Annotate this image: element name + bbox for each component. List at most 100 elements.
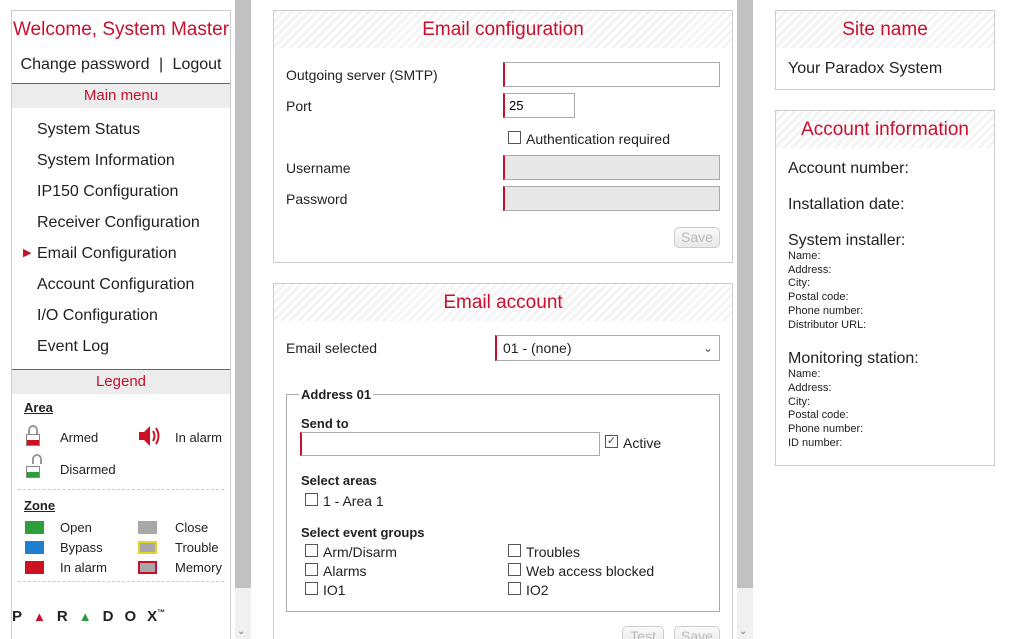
menu-item-system-status[interactable]: System Status [12,114,230,145]
siren-icon [139,426,160,446]
zone-memory-label: Memory [175,560,222,575]
email-configuration-title: Email configuration [274,11,732,48]
username-label: Username [286,160,351,176]
main-scrollbar[interactable]: ⌄ [737,0,753,639]
logo-green-triangle-icon: ▲ [78,609,103,624]
chevron-down-icon[interactable]: ⌄ [237,626,245,637]
web-access-blocked-checkbox[interactable] [508,563,521,576]
active-arrow-icon: ▶ [23,247,32,259]
left-sidebar: Welcome, System Master Change password |… [11,10,231,639]
menu-item-ip150-configuration[interactable]: IP150 Configuration [12,176,230,207]
logout-link[interactable]: Logout [173,56,222,73]
legend-zone-title: Zone [24,498,56,513]
arm-disarm-checkbox[interactable] [305,544,318,557]
io2-checkbox[interactable] [508,582,521,595]
menu-item-receiver-configuration[interactable]: Receiver Configuration [12,207,230,238]
area1-checkbox[interactable] [305,493,318,506]
password-input[interactable] [503,186,720,211]
active-checkbox[interactable]: ✓ [605,435,618,448]
logo-letter: O [124,608,148,625]
installer-city-label: City: [788,277,810,290]
email-account-panel: Email account Email selected 01 - (none)… [273,283,733,639]
disarmed-lock-icon [26,454,42,478]
account-information-panel: Account information Account number: Inst… [775,110,995,466]
account-info-body: Account number: Installation date: Syste… [788,160,988,450]
zone-close-swatch [138,521,157,534]
logo-letter: D [102,608,125,625]
menu-item-event-log[interactable]: Event Log [12,331,230,362]
system-installer-label: System installer: [788,232,906,249]
port-input[interactable] [503,93,575,118]
logo-letter: R [56,608,79,625]
email-selected-value: 01 - (none) [503,340,572,356]
station-name-label: Name: [788,368,821,381]
legend-area-row: Armed In alarm [12,421,230,455]
smtp-label: Outgoing server (SMTP) [286,67,438,83]
legend-disarmed-label: Disarmed [60,462,116,477]
installer-name-label: Name: [788,250,821,262]
logo-trademark: ™ [157,608,166,617]
email-account-title: Email account [274,284,732,321]
port-label: Port [286,98,312,114]
zone-open-swatch [25,521,44,534]
logo-red-triangle-icon: ▲ [33,609,57,624]
legend-area-title: Area [24,400,53,415]
send-to-input[interactable] [300,432,600,456]
password-label: Password [286,191,348,207]
legend-header: Legend [12,369,230,394]
logo-letter: X [147,608,158,625]
installation-date-label: Installation date: [788,196,905,213]
io2-label: IO2 [526,582,549,598]
main-menu-header: Main menu [12,83,230,108]
legend-armed-label: Armed [60,430,99,445]
zone-in-alarm-swatch [25,561,44,574]
menu-item-label: I/O Configuration [37,307,158,324]
legend-in-alarm-label: In alarm [175,430,222,445]
zone-memory-swatch [138,561,157,574]
zone-open-label: Open [60,520,92,535]
alarms-label: Alarms [323,563,367,579]
account-links: Change password | Logout [12,56,230,74]
email-configuration-panel: Email configuration Outgoing server (SMT… [273,10,733,263]
menu-item-label: System Status [37,121,141,138]
menu-item-label: IP150 Configuration [37,183,179,200]
menu-item-io-configuration[interactable]: I/O Configuration [12,300,230,331]
email-selected-dropdown[interactable]: 01 - (none) ⌄ [495,335,720,361]
menu-item-system-information[interactable]: System Information [12,145,230,176]
legend-disarmed-row: Disarmed [12,454,230,489]
change-password-link[interactable]: Change password [21,56,150,73]
auth-required-checkbox[interactable] [508,131,521,144]
troubles-label: Troubles [526,544,580,560]
smtp-input[interactable] [503,62,720,87]
scrollbar-thumb[interactable] [737,0,753,588]
chevron-down-icon: ⌄ [702,341,713,355]
email-selected-label: Email selected [286,340,378,356]
test-button[interactable]: Test [622,626,664,639]
select-areas-label: Select areas [301,473,377,488]
left-scrollbar[interactable]: ⌄ [235,0,251,639]
username-input[interactable] [503,155,720,180]
menu-item-account-configuration[interactable]: Account Configuration [12,269,230,300]
troubles-checkbox[interactable] [508,544,521,557]
zone-in-alarm-label: In alarm [60,560,107,575]
menu-item-label: System Information [37,152,175,169]
scrollbar-thumb[interactable] [235,0,251,588]
monitoring-station-label: Monitoring station: [788,350,919,368]
station-city-label: City: [788,395,810,408]
station-id-number-label: ID number: [788,436,843,449]
legend-divider [18,489,224,490]
legend-zone-grid: Open Close Bypass Trouble In alarm Memor… [12,515,230,581]
chevron-down-icon[interactable]: ⌄ [739,626,747,637]
paradox-logo: P▲R▲DOX™ [12,608,165,625]
alarms-checkbox[interactable] [305,563,318,576]
io1-label: IO1 [323,582,346,598]
save-button[interactable]: Save [674,227,720,248]
installer-postal-code-label: Postal code: [788,291,849,304]
logo-letter: P [12,608,34,625]
armed-lock-icon [26,425,40,446]
account-information-title: Account information [776,111,994,148]
io1-checkbox[interactable] [305,582,318,595]
save-button[interactable]: Save [674,626,720,639]
installer-distributor-url-label: Distributor URL: [788,318,867,331]
menu-item-email-configuration[interactable]: ▶ Email Configuration [12,238,230,269]
